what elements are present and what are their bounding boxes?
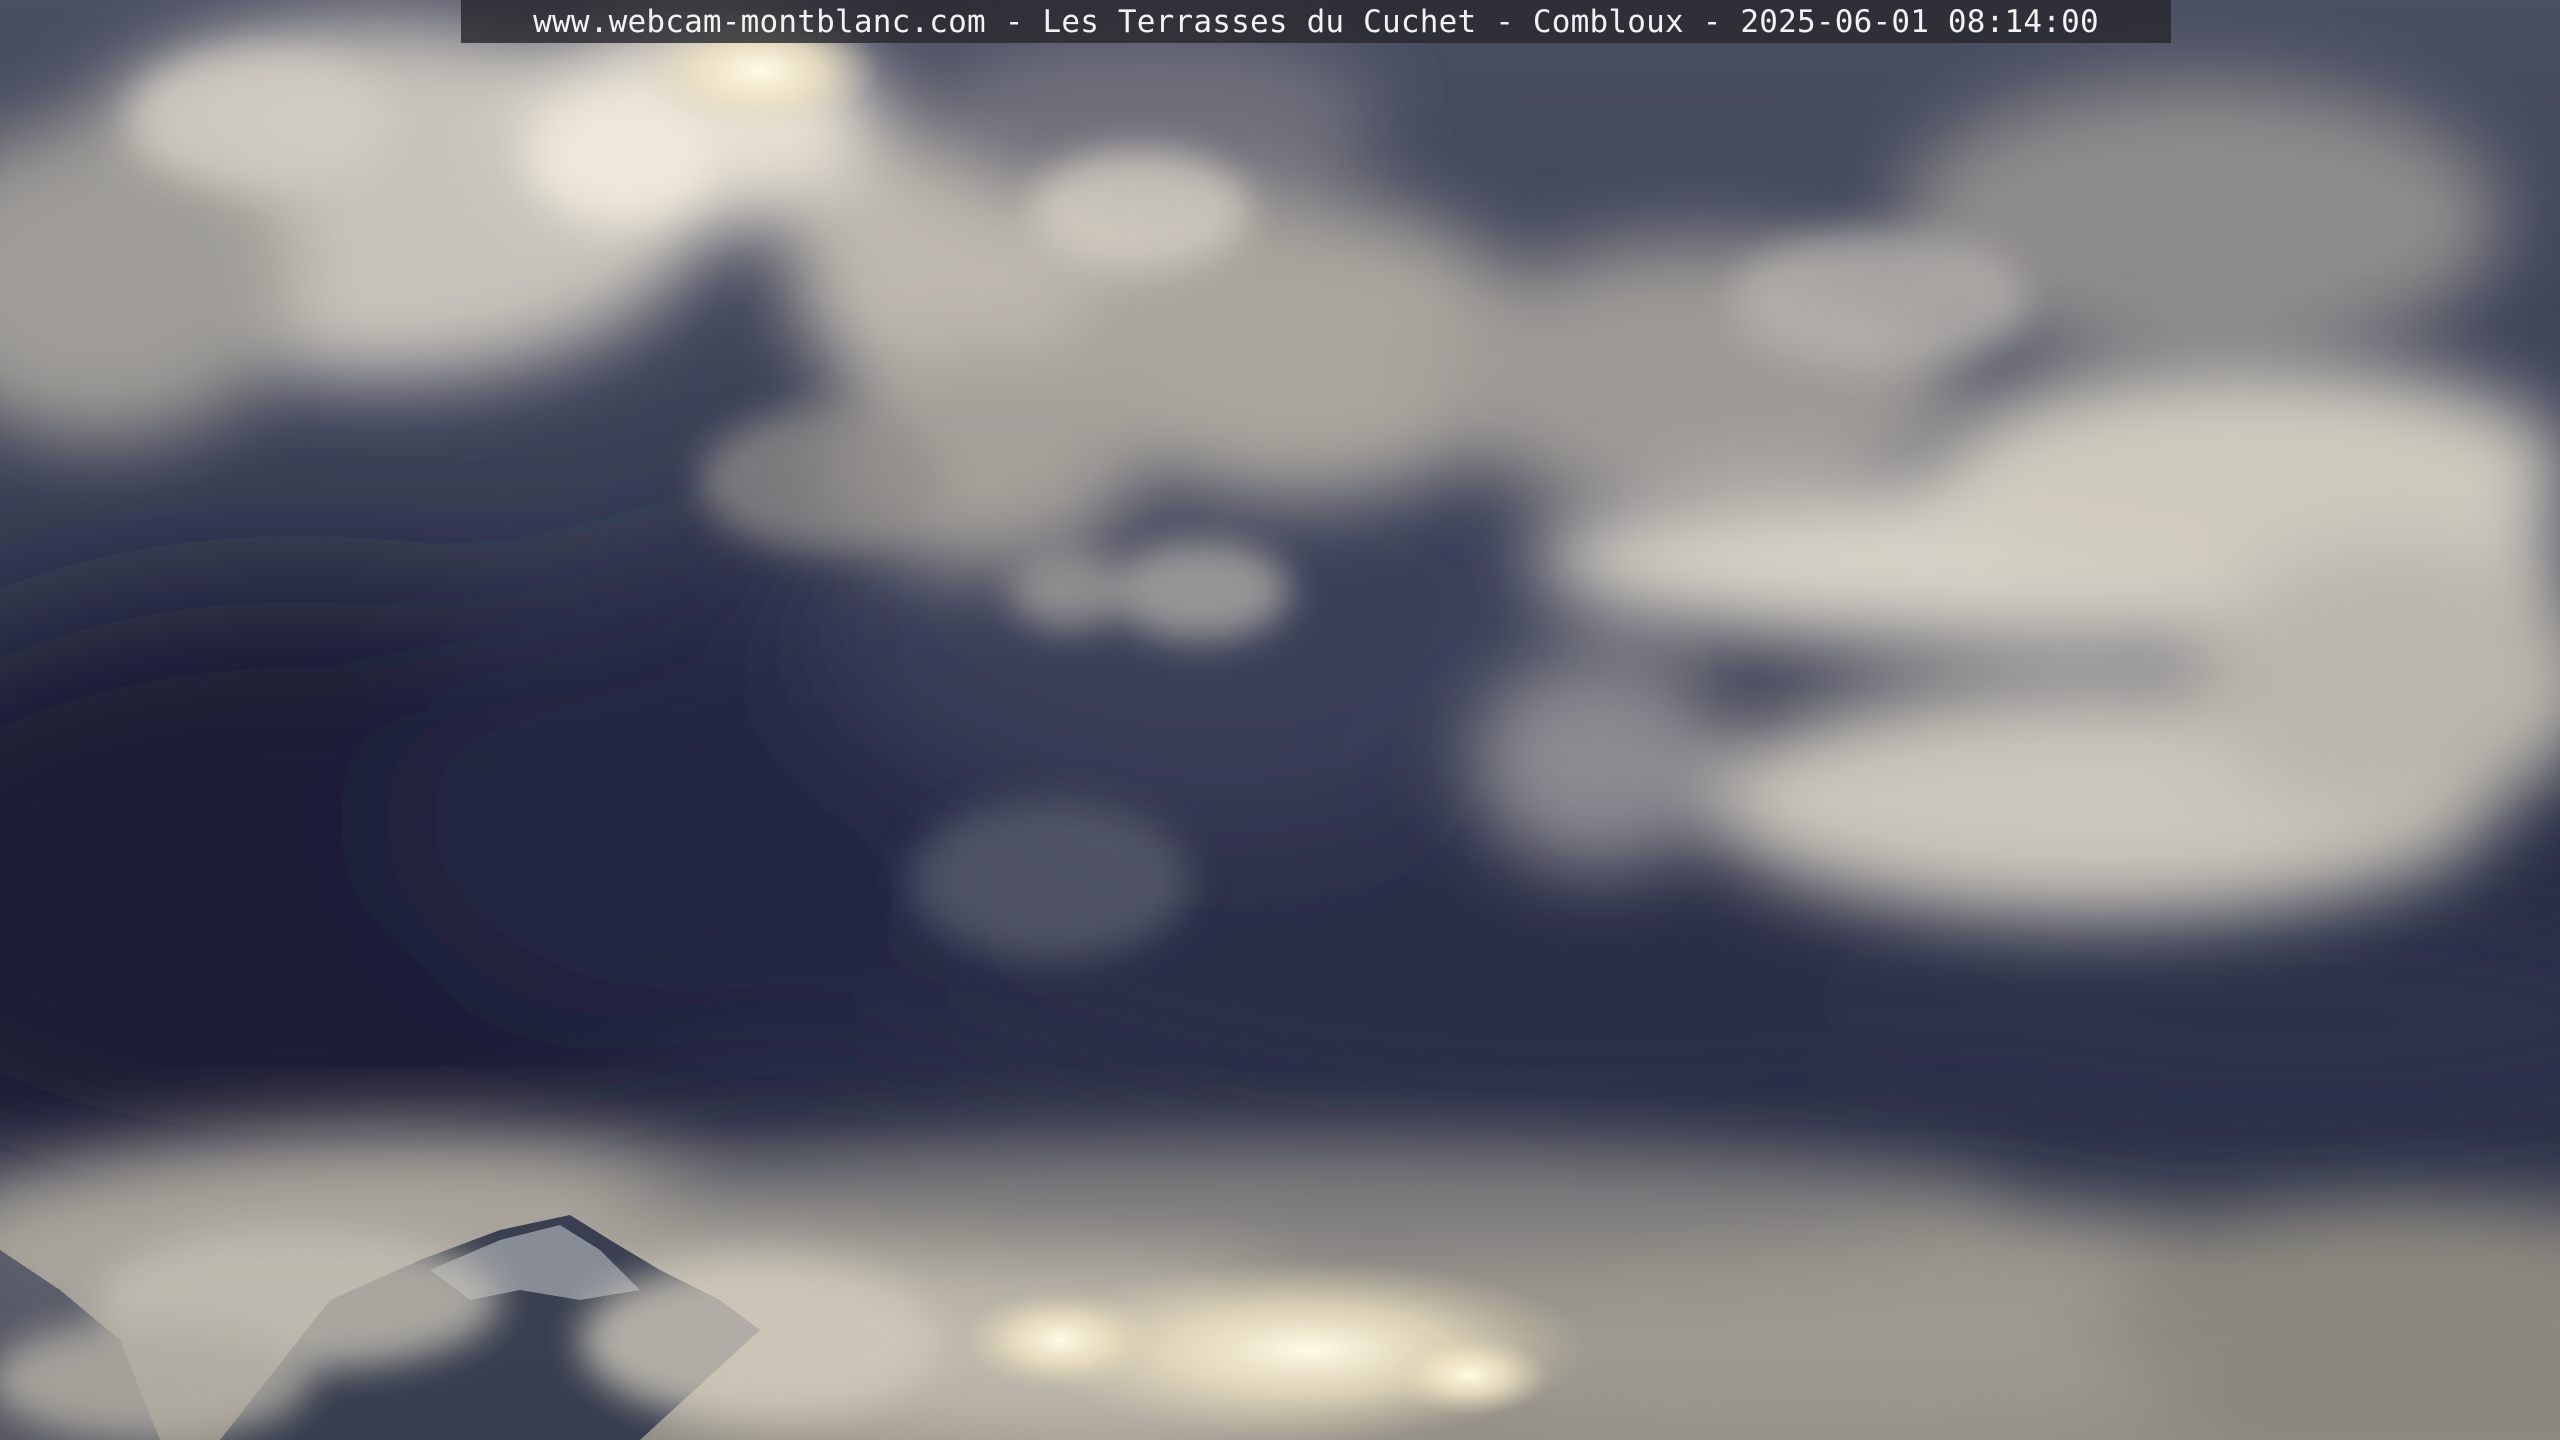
webcam-caption-bar: www.webcam-montblanc.com - Les Terrasses…: [461, 0, 2171, 43]
webcam-caption-text: www.webcam-montblanc.com - Les Terrasses…: [533, 3, 2099, 40]
cloud-sky-photo: [0, 0, 2560, 1440]
webcam-image: www.webcam-montblanc.com - Les Terrasses…: [0, 0, 2560, 1440]
